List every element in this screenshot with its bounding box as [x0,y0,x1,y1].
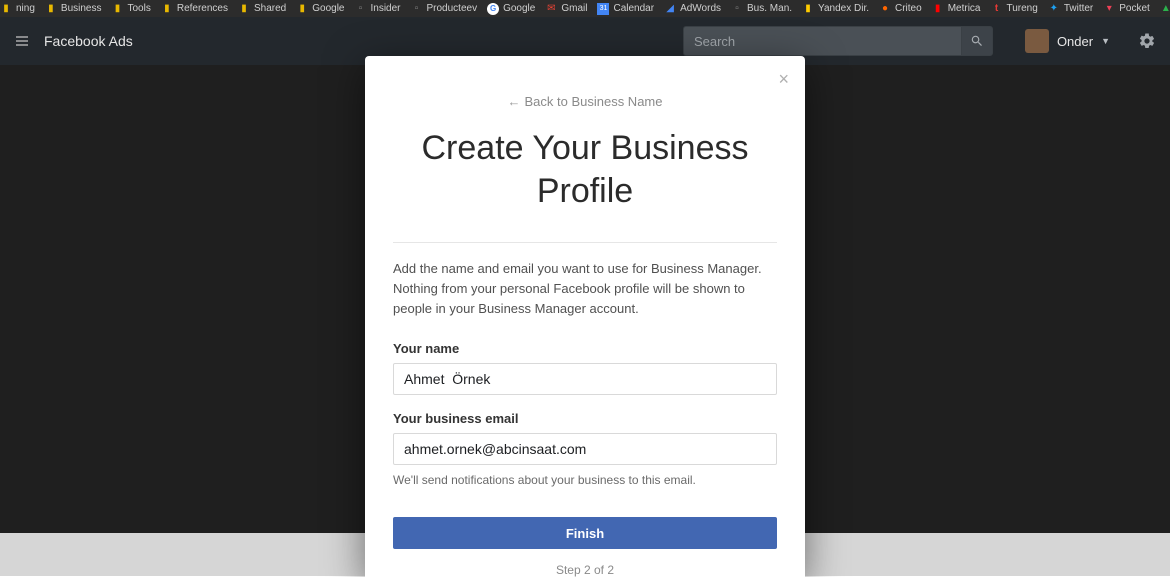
criteo-icon: ● [879,3,891,15]
bookmark-item[interactable]: ▮ References [161,3,228,15]
google-icon: G [487,3,499,15]
arrow-left-icon: ← [507,94,520,109]
tureng-icon: t [990,3,1002,15]
close-button[interactable]: × [778,70,789,88]
email-help: We'll send notifications about your busi… [393,473,777,487]
bookmark-item[interactable]: ▫ Bus. Man. [731,3,792,15]
folder-icon: ▮ [45,3,57,15]
bookmark-item[interactable]: ▲Feedly [1160,3,1170,15]
gear-icon [1138,32,1156,50]
bookmark-label: ning [16,3,35,14]
bookmark-label: AdWords [680,3,721,14]
bookmark-item[interactable]: ▮ ning [0,3,35,15]
settings-button[interactable] [1138,32,1156,50]
bookmark-label: Yandex Dir. [818,3,869,14]
email-input[interactable] [393,433,777,465]
gmail-icon: ✉ [545,3,557,15]
bookmark-label: Gmail [561,3,587,14]
bookmark-label: Metrica [948,3,981,14]
bookmark-item[interactable]: ▾ Pocket [1103,3,1150,15]
bookmark-item[interactable]: ▫ Producteev [411,3,478,15]
bookmark-label: Twitter [1064,3,1093,14]
chevron-down-icon: ▼ [1101,36,1110,46]
bookmark-item[interactable]: ✉ Gmail [545,3,587,15]
search-button[interactable] [961,26,993,56]
bookmarks-bar: ▮ ning ▮ Business ▮ Tools ▮ References ▮ Shared ▮ G… [0,0,1170,17]
bookmark-label: Business [61,3,102,14]
folder-icon: ▮ [296,3,308,15]
modal-description: Add the name and email you want to use f… [393,259,777,319]
avatar [1025,29,1049,53]
bookmark-label: Calendar [613,3,654,14]
user-name: Onder [1057,34,1093,49]
search-input[interactable] [683,26,961,56]
bookmark-item[interactable]: ● Criteo [879,3,922,15]
create-profile-modal: × ← Back to Business Name Create Your Bus… [365,56,805,577]
bookmark-item[interactable]: ▮ Yandex Dir. [802,3,869,15]
finish-button[interactable]: Finish [393,517,777,549]
bookmark-label: Tools [127,3,150,14]
folder-icon: ▮ [238,3,250,15]
name-field: Your name [393,341,777,395]
step-indicator: Step 2 of 2 [365,563,805,577]
back-link-label: Back to Business Name [524,94,662,109]
back-link[interactable]: ← Back to Business Name [365,94,805,109]
bookmark-item[interactable]: ▮ Metrica [932,3,981,15]
bookmark-item[interactable]: ▫ Insider [354,3,400,15]
page-icon: ▫ [354,3,366,15]
bookmark-item[interactable]: G Google [487,3,535,15]
bookmark-item[interactable]: ▮ Business [45,3,102,15]
app-title: Facebook Ads [44,33,133,49]
email-label: Your business email [393,411,777,426]
bookmark-item[interactable]: ▮ Tools [111,3,150,15]
divider [393,242,777,243]
bookmark-label: Tureng [1006,3,1037,14]
name-label: Your name [393,341,777,356]
name-input[interactable] [393,363,777,395]
folder-icon: ▮ [111,3,123,15]
bookmark-item[interactable]: t Tureng [990,3,1037,15]
bookmark-item[interactable]: 31 Calendar [597,3,654,15]
bookmark-label: Bus. Man. [747,3,792,14]
page-icon: ▫ [731,3,743,15]
folder-icon: ▮ [161,3,173,15]
bookmark-label: References [177,3,228,14]
twitter-icon: ✦ [1048,3,1060,15]
bookmark-label: Producteev [427,3,478,14]
search-icon [970,34,984,48]
close-icon: × [778,69,789,89]
search-box [683,26,993,56]
bookmark-item[interactable]: ▮ Shared [238,3,286,15]
folder-icon: ▮ [0,3,12,15]
bookmark-label: Pocket [1119,3,1150,14]
pocket-icon: ▾ [1103,3,1115,15]
email-field: Your business email [393,411,777,465]
bookmark-label: Insider [370,3,400,14]
user-menu[interactable]: Onder ▼ [1025,29,1110,53]
bookmark-label: Google [312,3,344,14]
bookmark-item[interactable]: ✦ Twitter [1048,3,1093,15]
calendar-icon: 31 [597,3,609,15]
page-icon: ▫ [411,3,423,15]
bookmark-label: Google [503,3,535,14]
bookmark-label: Criteo [895,3,922,14]
yandex-icon: ▮ [802,3,814,15]
bookmark-label: Shared [254,3,286,14]
adwords-icon: ◢ [664,3,676,15]
bookmark-item[interactable]: ◢ AdWords [664,3,721,15]
bookmark-item[interactable]: ▮ Google [296,3,344,15]
metrica-icon: ▮ [932,3,944,15]
menu-icon[interactable] [14,33,30,49]
feedly-icon: ▲ [1160,3,1170,15]
modal-title: Create Your Business Profile [405,127,765,212]
